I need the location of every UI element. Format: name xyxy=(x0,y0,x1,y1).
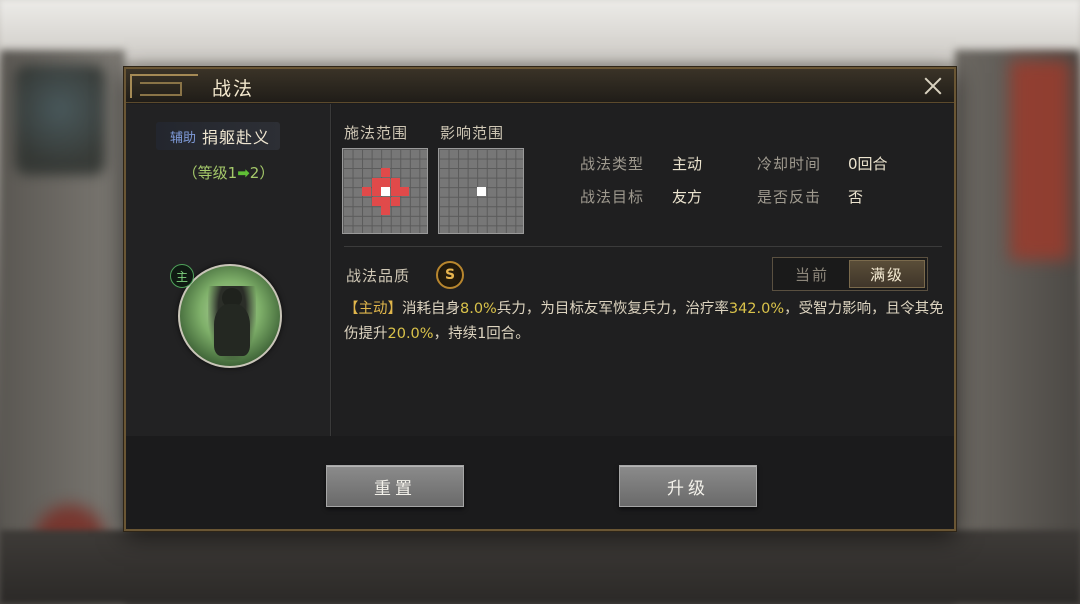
range-cell xyxy=(371,187,381,196)
upgrade-button[interactable]: 升级 xyxy=(619,465,757,507)
level-arrow-icon: ➡ xyxy=(237,164,250,182)
section-divider xyxy=(344,246,942,247)
effect-range-label: 影响范围 xyxy=(440,124,505,142)
background-red-banner xyxy=(1010,60,1070,260)
description-number: 20.0% xyxy=(387,326,434,342)
skill-description: 【主动】消耗自身8.0%兵力，为目标友军恢复兵力，治疗率342.0%，受智力影响… xyxy=(344,297,944,347)
toggle-current-level[interactable]: 当前 xyxy=(775,260,849,288)
quality-grade-badge: S xyxy=(436,261,464,289)
description-text: 消耗自身 xyxy=(402,301,460,317)
dialog-footer: 重置 升级 xyxy=(126,436,954,529)
range-cell xyxy=(371,196,381,206)
background-top xyxy=(0,0,1080,60)
counter-value: 否 xyxy=(848,188,864,206)
skill-target-label: 战法目标 xyxy=(580,188,645,206)
toggle-max-level[interactable]: 满级 xyxy=(849,260,925,288)
effect-range-grid xyxy=(438,148,524,234)
description-text: 兵力，为目标友军恢复兵力，治疗率 xyxy=(496,301,729,317)
cast-range-grid xyxy=(342,148,428,234)
reset-button[interactable]: 重置 xyxy=(326,465,464,507)
description-number: 342.0% xyxy=(728,301,785,317)
skill-type-label: 战法类型 xyxy=(580,155,645,173)
range-cell xyxy=(381,168,390,177)
cooldown-value: 0回合 xyxy=(848,155,888,173)
description-tag: 【主动】 xyxy=(344,301,402,317)
skill-level: （等级1➡2） xyxy=(126,162,331,183)
background-bottom xyxy=(0,530,1080,604)
skill-detail-panel: 施法范围 影响范围 战法类型 主动 战法目标 友方 冷却时间 0回合 是否反击 … xyxy=(332,104,954,436)
skill-summary-panel: 辅助 捐躯赴义 （等级1➡2） 主 xyxy=(126,104,331,436)
range-cell xyxy=(381,196,390,206)
skill-target-value: 友方 xyxy=(672,188,703,206)
cooldown-label: 冷却时间 xyxy=(757,155,822,173)
skill-name-box: 辅助 捐躯赴义 xyxy=(156,122,281,150)
skill-dialog: 战法 辅助 捐躯赴义 （等级1➡2） 主 施法范围 影响范围 战法类型 主动 战… xyxy=(124,67,956,531)
range-cell xyxy=(381,177,390,187)
skill-type-value: 主动 xyxy=(672,155,703,173)
range-cell xyxy=(390,196,400,206)
level-toggle: 当前 满级 xyxy=(772,257,928,291)
range-cell xyxy=(362,187,371,196)
title-ornament-icon xyxy=(130,74,198,98)
warrior-figure-icon xyxy=(208,286,256,360)
level-prefix: （等级1 xyxy=(182,164,238,182)
range-cell xyxy=(390,187,400,196)
dialog-titlebar: 战法 xyxy=(126,69,954,103)
main-role-badge: 主 xyxy=(170,264,194,288)
description-number: 8.0% xyxy=(460,301,497,317)
range-cell xyxy=(390,177,400,187)
range-cell xyxy=(400,187,409,196)
level-suffix: 2） xyxy=(249,164,275,182)
cast-range-label: 施法范围 xyxy=(344,124,409,142)
quality-label: 战法品质 xyxy=(346,267,411,285)
range-cell xyxy=(381,206,390,215)
skill-type-tag: 辅助 xyxy=(170,130,197,146)
origin-cell xyxy=(477,187,486,196)
origin-cell xyxy=(381,187,390,196)
dialog-title: 战法 xyxy=(212,78,255,100)
skill-portrait xyxy=(178,264,282,368)
counter-label: 是否反击 xyxy=(757,188,822,206)
skill-name: 捐躯赴义 xyxy=(202,128,271,147)
close-icon[interactable] xyxy=(920,73,946,99)
background-figure xyxy=(15,65,105,175)
description-text: ，持续1回合。 xyxy=(433,326,530,342)
range-cell xyxy=(371,177,381,187)
